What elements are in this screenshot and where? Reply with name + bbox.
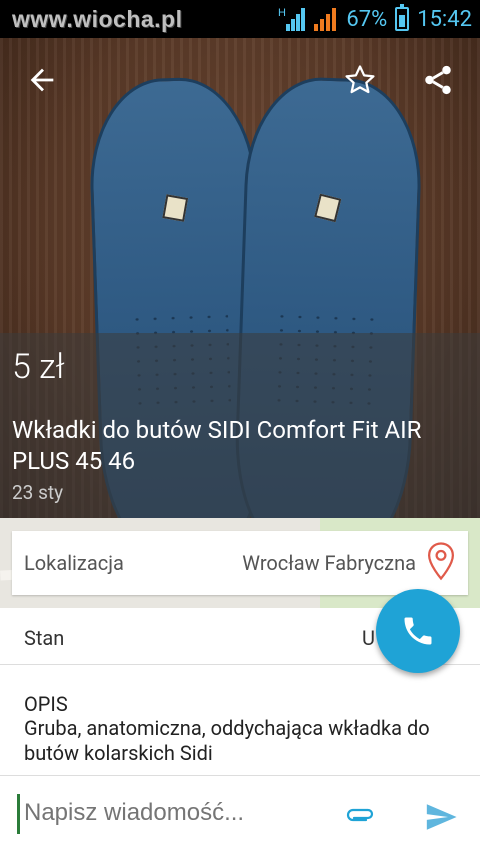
- listing-header-overlay: 5 zł Wkładki do butów SIDI Comfort Fit A…: [0, 333, 480, 518]
- status-bar: www.wiocha.pl H 67% 15:42: [0, 0, 480, 38]
- watermark: www.wiocha.pl: [12, 6, 183, 32]
- map-pin-icon: [427, 542, 455, 581]
- send-icon[interactable]: [424, 800, 458, 834]
- location-value: Wrocław Fabryczna: [242, 551, 416, 575]
- insole-logo: [162, 194, 189, 222]
- call-button[interactable]: [376, 589, 460, 673]
- star-icon: [345, 65, 375, 94]
- description-text: Gruba, anatomiczna, oddychająca wkładka …: [24, 716, 430, 765]
- message-composer: [0, 775, 480, 855]
- back-button[interactable]: [14, 52, 70, 108]
- location-label: Lokalizacja: [24, 551, 124, 575]
- description-section: OPIS Gruba, anatomiczna, oddychająca wkł…: [0, 680, 480, 775]
- svg-text:H: H: [278, 7, 286, 19]
- share-button[interactable]: [410, 52, 466, 108]
- battery-percent: 67%: [346, 6, 388, 32]
- condition-label: Stan: [24, 626, 65, 650]
- description-header: OPIS: [24, 692, 68, 716]
- message-input[interactable]: [22, 798, 326, 828]
- status-icons: H 67% 15:42: [278, 4, 472, 34]
- insole-logo: [314, 193, 342, 223]
- price: 5 zł: [12, 347, 65, 387]
- share-icon: [425, 65, 451, 95]
- attach-icon[interactable]: [346, 804, 376, 824]
- location-card[interactable]: Lokalizacja Wrocław Fabryczna: [12, 531, 468, 595]
- favorite-button[interactable]: [332, 52, 388, 108]
- listing-title: Wkładki do butów SIDI Comfort Fit AIR PL…: [12, 416, 422, 475]
- signal-h-icon: H: [278, 7, 306, 31]
- listing-date: 23 sty: [12, 481, 64, 504]
- text-cursor: [17, 794, 20, 834]
- condition-value: U: [362, 626, 375, 650]
- clock: 15:42: [417, 6, 472, 32]
- back-arrow-icon: [30, 68, 54, 92]
- signal-icon: [314, 8, 337, 31]
- phone-icon: [404, 617, 432, 645]
- battery-icon: [395, 4, 410, 31]
